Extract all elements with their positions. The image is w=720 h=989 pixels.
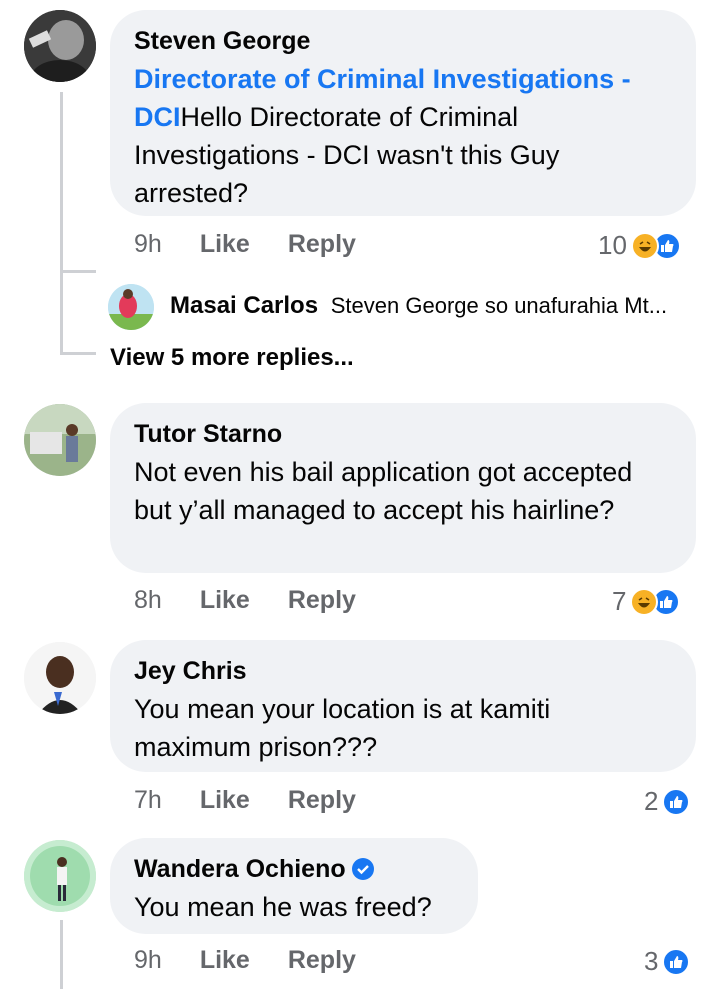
reply-button[interactable]: Reply: [288, 230, 356, 258]
comment-time[interactable]: 9h: [134, 230, 162, 258]
reaction-summary[interactable]: 2: [644, 786, 691, 817]
comment-text: You mean your location is at kamiti maxi…: [134, 694, 551, 762]
comment-author[interactable]: Steven George: [134, 26, 672, 56]
comment-text: You mean he was freed?: [134, 892, 432, 922]
comment-meta: 7h Like Reply: [134, 786, 356, 815]
reply-snippet: Steven George so unafurahia Mt...: [330, 293, 668, 318]
reply-author[interactable]: Masai Carlos: [170, 292, 318, 319]
comment-text-rest: Hello Directorate of Criminal Investigat…: [134, 102, 560, 208]
comment-author-name[interactable]: Wandera Ochieno: [134, 855, 346, 883]
avatar[interactable]: [24, 642, 96, 714]
reaction-summary[interactable]: 3: [644, 946, 691, 977]
like-button[interactable]: Like: [200, 786, 250, 814]
avatar[interactable]: [24, 840, 96, 912]
avatar[interactable]: [24, 404, 96, 476]
avatar[interactable]: [108, 284, 154, 330]
reaction-count: 2: [644, 786, 659, 816]
comment-text: Directorate of Criminal Investigations -…: [134, 60, 672, 212]
reply-preview[interactable]: Masai Carlos Steven George so unafurahia…: [170, 292, 667, 320]
thread-branch: [60, 352, 96, 355]
like-icon: [662, 787, 691, 816]
like-icon: [662, 947, 691, 976]
comment-author[interactable]: Tutor Starno: [134, 419, 672, 449]
comment-text: Not even his bail application got accept…: [134, 457, 633, 525]
comment-meta: 9h Like Reply: [134, 230, 356, 259]
comment-time[interactable]: 7h: [134, 786, 162, 814]
verified-badge-icon: [351, 858, 374, 880]
like-button[interactable]: Like: [200, 586, 250, 614]
reply-button[interactable]: Reply: [288, 946, 356, 974]
comment-bubble: Tutor Starno Not even his bail applicati…: [110, 403, 696, 573]
reaction-count: 7: [612, 586, 627, 616]
reply-button[interactable]: Reply: [288, 586, 356, 614]
thread-branch: [60, 270, 96, 273]
reaction-summary[interactable]: 10: [598, 230, 681, 261]
haha-icon: [630, 587, 659, 616]
comment-author[interactable]: Wandera Ochieno: [134, 854, 454, 884]
thread-line: [60, 92, 63, 354]
like-button[interactable]: Like: [200, 946, 250, 974]
comment-bubble: Wandera Ochieno You mean he was freed?: [110, 838, 478, 934]
comment-meta: 8h Like Reply: [134, 586, 356, 615]
avatar[interactable]: [24, 10, 96, 82]
thread-line: [60, 920, 63, 989]
comment-time[interactable]: 9h: [134, 946, 162, 974]
comment-time[interactable]: 8h: [134, 586, 162, 614]
reaction-summary[interactable]: 7: [612, 586, 681, 617]
reaction-count: 10: [598, 230, 627, 260]
reply-button[interactable]: Reply: [288, 786, 356, 814]
comment-meta: 9h Like Reply: [134, 946, 356, 975]
reaction-count: 3: [644, 946, 659, 976]
view-more-replies[interactable]: View 5 more replies...: [110, 344, 354, 372]
comment-author[interactable]: Jey Chris: [134, 656, 672, 686]
like-button[interactable]: Like: [200, 230, 250, 258]
comment-bubble: Jey Chris You mean your location is at k…: [110, 640, 696, 772]
comment-bubble: Steven George Directorate of Criminal In…: [110, 10, 696, 216]
haha-icon: [630, 231, 659, 260]
